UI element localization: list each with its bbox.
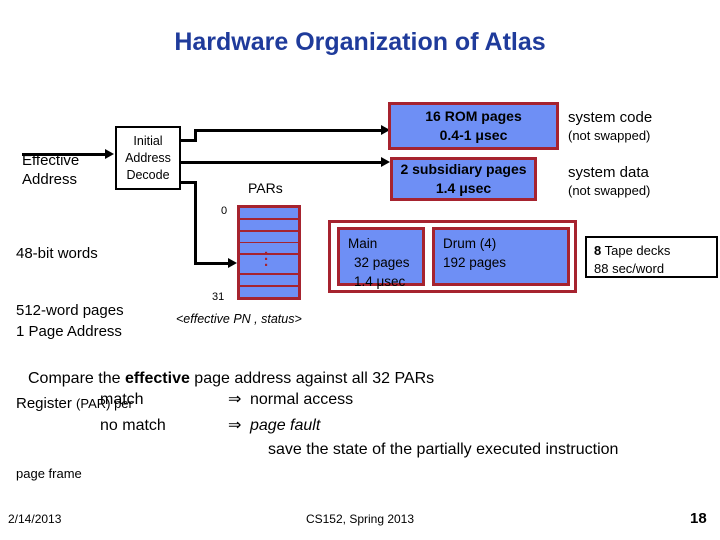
nomatch-label: no match <box>100 417 166 434</box>
par-row <box>240 231 298 242</box>
system-code-label: system code (not swapped) <box>568 108 652 144</box>
subsidiary-pages-box: 2 subsidiary pages 1.4 μsec <box>390 157 537 201</box>
match-arrow-icon: ⇒ <box>228 391 242 408</box>
rom-pages-line1: 16 ROM pages <box>425 108 522 124</box>
arrow-effective-to-decode-shaft <box>22 153 106 156</box>
explanation-line1: Compare the effective page address again… <box>28 366 434 392</box>
pars-caption: <effective PN , status> <box>176 312 302 326</box>
explanation-line1-c: page address against all 32 PARs <box>189 370 435 387</box>
main-memory-box: Main 32 pages 1.4 μsec <box>337 227 425 289</box>
drum-line2: 192 pages <box>443 255 507 270</box>
par-row <box>240 208 298 218</box>
tape-line1: 8 Tape decks <box>594 242 716 260</box>
par-row <box>240 286 298 297</box>
save-state-text: save the state of the partially executed… <box>268 441 619 458</box>
par-note-line3: page frame <box>16 466 82 481</box>
explanation-block: Compare the effective page address again… <box>28 366 434 392</box>
system-code-line2: (not swapped) <box>568 128 651 143</box>
explanation-line1-b: effective <box>124 370 190 387</box>
explanation-line1-a: Compare the <box>28 370 125 387</box>
effective-address-line1: Effective Address <box>22 152 80 188</box>
rom-pages-box: 16 ROM pages 0.4-1 μsec <box>388 102 559 150</box>
connector-subsidiary-arrowhead <box>381 157 390 167</box>
system-data-label: system data (not swapped) <box>568 163 650 199</box>
initial-address-decode-box: Initial Address Decode <box>115 126 181 190</box>
par-row <box>240 255 298 274</box>
main-line1: Main <box>348 236 378 251</box>
footer-course: CS152, Spring 2013 <box>305 512 415 526</box>
par-row <box>240 219 298 230</box>
specs-line1: 48-bit words <box>16 245 98 262</box>
match-result: normal access <box>250 391 354 408</box>
par-index-first: 0 <box>221 205 228 217</box>
drum-box: Drum (4) 192 pages <box>432 227 570 286</box>
par-row <box>240 275 298 286</box>
footer-page-number: 18 <box>690 510 707 527</box>
main-line3: 1.4 μsec <box>354 274 406 289</box>
iad-line3: Decode <box>126 167 170 182</box>
nomatch-arrow-icon: ⇒ <box>228 417 242 434</box>
rom-pages-line2: 0.4-1 μsec <box>439 127 508 143</box>
system-data-line2: (not swapped) <box>568 183 651 198</box>
system-code-line1: system code <box>568 109 653 126</box>
connector-pars-drop <box>194 181 197 264</box>
subsidiary-pages-line1: 2 subsidiary pages <box>400 161 527 177</box>
tape-decks-box: 8 Tape decks 88 sec/word <box>585 236 718 278</box>
par-note-line2-prefix: Register <box>16 395 77 412</box>
tape-line1-rest: Tape decks <box>601 243 671 258</box>
drum-line1: Drum (4) <box>443 236 497 251</box>
nomatch-result: page fault <box>250 417 321 434</box>
tape-line2: 88 sec/word <box>594 261 665 276</box>
connector-subsidiary-shaft <box>181 161 385 164</box>
subsidiary-pages-line2: 1.4 μsec <box>435 180 492 196</box>
main-line2: 32 pages <box>354 255 410 270</box>
iad-line1: Initial <box>133 133 163 148</box>
match-label: match <box>100 391 144 408</box>
connector-rom-shaft <box>194 129 384 132</box>
par-row <box>240 243 298 254</box>
par-note-line1: 1 Page Address <box>16 323 122 340</box>
connector-pars-arrowhead <box>228 258 237 268</box>
par-ellipsis-icon: ... <box>264 241 269 270</box>
par-index-last: 31 <box>212 291 225 303</box>
page-title: Hardware Organization of Atlas <box>174 28 546 56</box>
connector-pars-shaft <box>194 262 232 265</box>
iad-line2: Address <box>125 150 171 165</box>
system-data-line1: system data <box>568 164 649 181</box>
pars-title: PARs <box>248 180 283 196</box>
effective-address-label: Effective Address <box>22 113 79 208</box>
arrow-effective-to-decode-head <box>105 149 114 159</box>
par-register-stack <box>237 205 301 300</box>
